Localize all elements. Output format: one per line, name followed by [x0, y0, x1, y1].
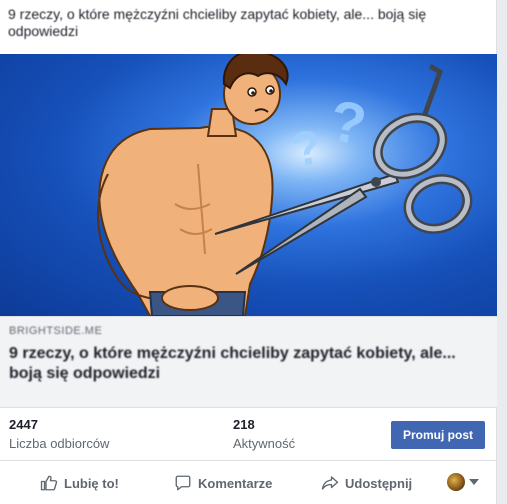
chevron-down-icon — [469, 479, 479, 485]
comment-label: Komentarze — [198, 475, 273, 491]
like-button[interactable]: Lubię to! — [40, 471, 119, 495]
engagement-label: Aktywność — [233, 436, 296, 451]
svg-text:?: ? — [287, 120, 327, 178]
like-label: Lubię to! — [64, 475, 119, 491]
share-button[interactable]: Udostępnij — [321, 471, 412, 495]
man-with-scissors-illustration: ? ? — [97, 54, 473, 316]
post-card: 9 rzeczy, o które mężczyźni chcieliby za… — [0, 0, 497, 504]
svg-text:?: ? — [325, 88, 371, 158]
link-title[interactable]: 9 rzeczy, o które mężczyźni chcieliby za… — [9, 344, 469, 384]
action-bar: Lubię to! Komentarze Udostępnij — [0, 460, 497, 504]
comment-icon — [175, 475, 191, 491]
promote-post-button[interactable]: Promuj post — [391, 421, 485, 449]
reach-label: Liczba odbiorców — [9, 436, 110, 451]
link-preview[interactable]: BRIGHTSIDE.ME 9 rzeczy, o które mężczyźn… — [0, 316, 497, 408]
page-identity-selector[interactable] — [447, 473, 479, 491]
share-label: Udostępnij — [345, 475, 413, 491]
reach-stat: 2447 Liczba odbiorców — [9, 417, 109, 451]
share-icon — [321, 476, 339, 490]
link-domain: BRIGHTSIDE.ME — [9, 325, 103, 337]
comment-button[interactable]: Komentarze — [174, 471, 272, 495]
post-insights: 2447 Liczba odbiorców 218 Aktywność Prom… — [0, 408, 497, 460]
thumbs-up-icon — [40, 475, 58, 491]
avatar — [447, 473, 465, 491]
engagement-stat: 218 Aktywność — [233, 417, 295, 451]
engagement-value: 218 — [233, 417, 255, 432]
post-text: 9 rzeczy, o które mężczyźni chcieliby za… — [8, 6, 427, 39]
post-image[interactable]: ? ? — [0, 54, 497, 316]
reach-value: 2447 — [9, 417, 38, 432]
